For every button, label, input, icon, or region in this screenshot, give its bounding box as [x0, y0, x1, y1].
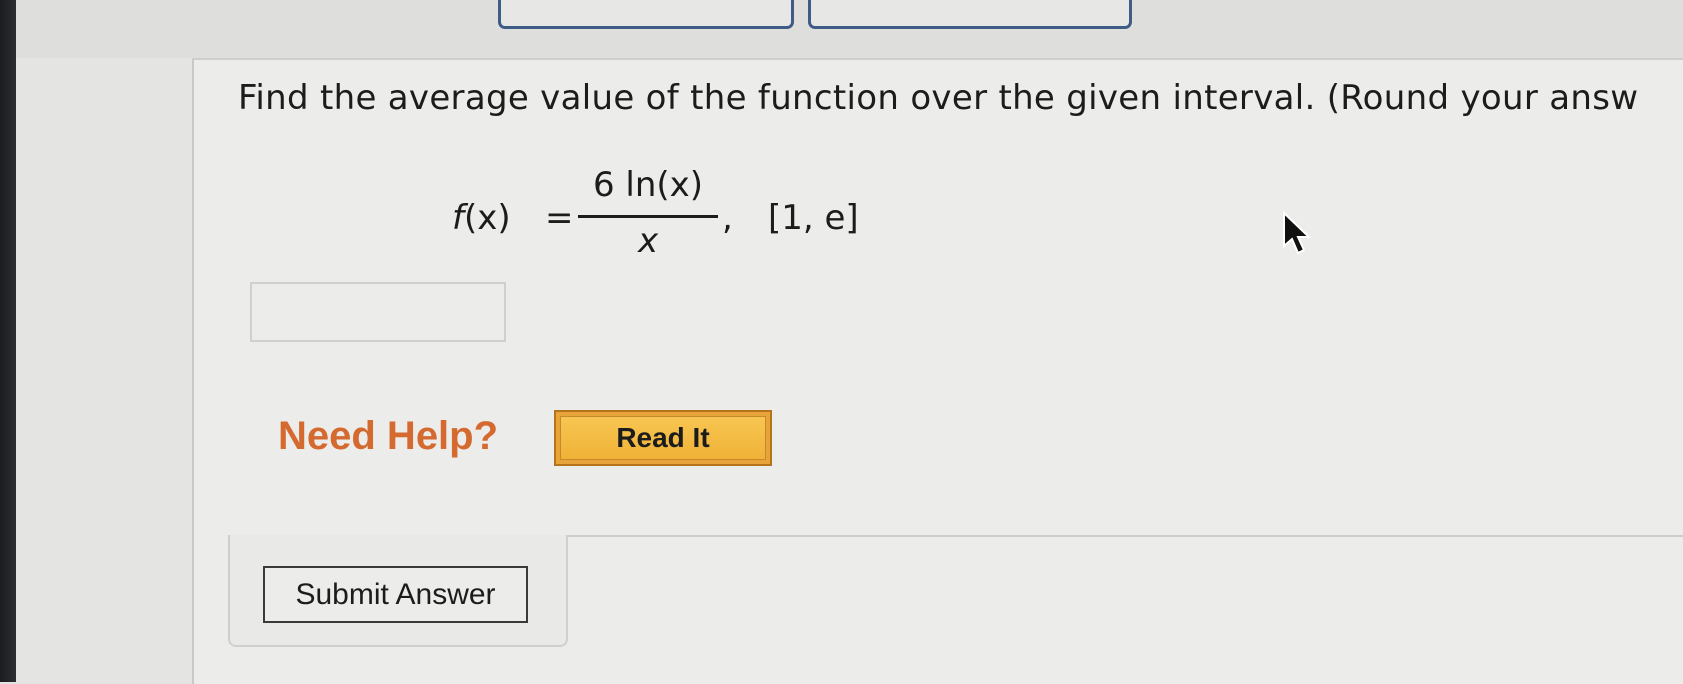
read-it-label: Read It — [560, 416, 766, 460]
question-prompt: Find the average value of the function o… — [238, 78, 1639, 118]
screen-bezel — [0, 0, 16, 682]
function-label: f(x) — [452, 198, 511, 238]
fraction-numerator: 6 ln(x) — [592, 165, 704, 205]
previous-question-strip — [16, 0, 1683, 58]
top-input-box-2[interactable] — [808, 0, 1132, 29]
read-it-button[interactable]: Read It — [554, 410, 772, 466]
fraction-denominator: x — [637, 221, 659, 261]
function-name: f — [452, 198, 464, 238]
interval: [1, e] — [768, 198, 859, 238]
submit-answer-button[interactable]: Submit Answer — [263, 566, 528, 623]
function-variable: (x) — [463, 198, 511, 238]
equals-sign: = — [545, 198, 574, 238]
mouse-pointer-icon — [1283, 210, 1312, 255]
fraction-bar — [578, 215, 718, 218]
top-input-box-1[interactable] — [498, 0, 794, 29]
need-help-label: Need Help? — [278, 414, 499, 458]
answer-input[interactable] — [250, 282, 506, 342]
formula-comma: , — [722, 198, 733, 238]
